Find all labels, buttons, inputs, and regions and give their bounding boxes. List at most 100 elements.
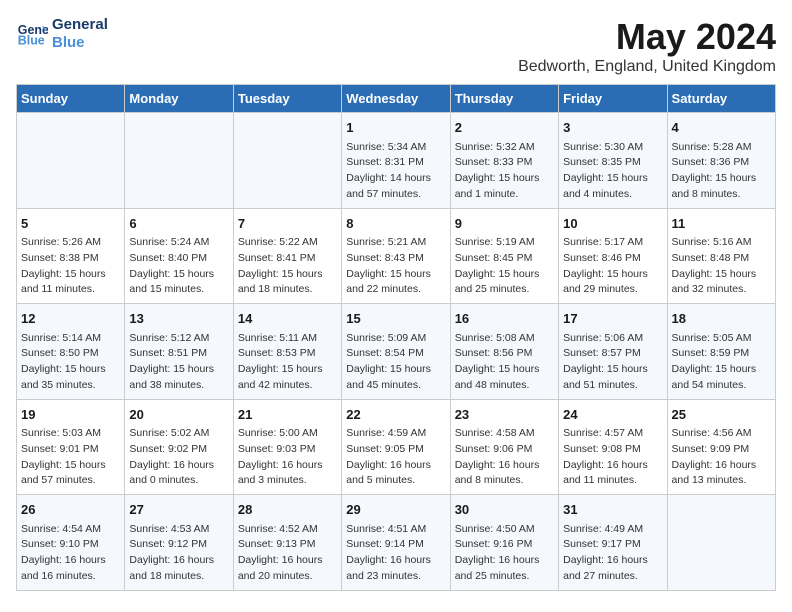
day-number: 29 (346, 500, 445, 520)
day-info: Sunrise: 5:19 AMSunset: 8:45 PMDaylight:… (455, 235, 554, 298)
day-cell: 26Sunrise: 4:54 AMSunset: 9:10 PMDayligh… (17, 495, 125, 591)
day-info: Sunrise: 5:12 AMSunset: 8:51 PMDaylight:… (129, 331, 228, 394)
day-number: 24 (563, 405, 662, 425)
day-number: 6 (129, 214, 228, 234)
day-cell (667, 495, 775, 591)
day-info: Sunrise: 4:56 AMSunset: 9:09 PMDaylight:… (672, 426, 771, 489)
day-info: Sunrise: 4:57 AMSunset: 9:08 PMDaylight:… (563, 426, 662, 489)
day-info: Sunrise: 4:59 AMSunset: 9:05 PMDaylight:… (346, 426, 445, 489)
day-cell: 1Sunrise: 5:34 AMSunset: 8:31 PMDaylight… (342, 113, 450, 209)
day-info: Sunrise: 5:32 AMSunset: 8:33 PMDaylight:… (455, 140, 554, 203)
day-number: 21 (238, 405, 337, 425)
day-number: 17 (563, 309, 662, 329)
day-info: Sunrise: 5:30 AMSunset: 8:35 PMDaylight:… (563, 140, 662, 203)
day-info: Sunrise: 5:28 AMSunset: 8:36 PMDaylight:… (672, 140, 771, 203)
day-info: Sunrise: 5:14 AMSunset: 8:50 PMDaylight:… (21, 331, 120, 394)
title-block: May 2024 Bedworth, England, United Kingd… (518, 16, 776, 76)
day-number: 15 (346, 309, 445, 329)
header-cell-sunday: Sunday (17, 85, 125, 113)
day-cell: 3Sunrise: 5:30 AMSunset: 8:35 PMDaylight… (559, 113, 667, 209)
week-row-4: 19Sunrise: 5:03 AMSunset: 9:01 PMDayligh… (17, 399, 776, 495)
day-cell: 11Sunrise: 5:16 AMSunset: 8:48 PMDayligh… (667, 208, 775, 304)
page-header: General Blue General Blue May 2024 Bedwo… (16, 16, 776, 76)
day-number: 18 (672, 309, 771, 329)
day-cell: 14Sunrise: 5:11 AMSunset: 8:53 PMDayligh… (233, 304, 341, 400)
day-info: Sunrise: 5:22 AMSunset: 8:41 PMDaylight:… (238, 235, 337, 298)
day-info: Sunrise: 5:06 AMSunset: 8:57 PMDaylight:… (563, 331, 662, 394)
day-info: Sunrise: 4:53 AMSunset: 9:12 PMDaylight:… (129, 522, 228, 585)
day-info: Sunrise: 5:00 AMSunset: 9:03 PMDaylight:… (238, 426, 337, 489)
day-info: Sunrise: 4:54 AMSunset: 9:10 PMDaylight:… (21, 522, 120, 585)
day-cell: 30Sunrise: 4:50 AMSunset: 9:16 PMDayligh… (450, 495, 558, 591)
day-number: 20 (129, 405, 228, 425)
day-cell: 20Sunrise: 5:02 AMSunset: 9:02 PMDayligh… (125, 399, 233, 495)
day-cell: 18Sunrise: 5:05 AMSunset: 8:59 PMDayligh… (667, 304, 775, 400)
day-cell: 28Sunrise: 4:52 AMSunset: 9:13 PMDayligh… (233, 495, 341, 591)
day-number: 22 (346, 405, 445, 425)
day-number: 30 (455, 500, 554, 520)
week-row-2: 5Sunrise: 5:26 AMSunset: 8:38 PMDaylight… (17, 208, 776, 304)
header-cell-monday: Monday (125, 85, 233, 113)
day-cell: 8Sunrise: 5:21 AMSunset: 8:43 PMDaylight… (342, 208, 450, 304)
logo-icon: General Blue (16, 18, 48, 50)
day-number: 2 (455, 118, 554, 138)
day-info: Sunrise: 5:17 AMSunset: 8:46 PMDaylight:… (563, 235, 662, 298)
day-number: 27 (129, 500, 228, 520)
calendar-subtitle: Bedworth, England, United Kingdom (518, 58, 776, 76)
day-number: 14 (238, 309, 337, 329)
day-cell: 12Sunrise: 5:14 AMSunset: 8:50 PMDayligh… (17, 304, 125, 400)
day-info: Sunrise: 5:08 AMSunset: 8:56 PMDaylight:… (455, 331, 554, 394)
header-row: SundayMondayTuesdayWednesdayThursdayFrid… (17, 85, 776, 113)
calendar-table: SundayMondayTuesdayWednesdayThursdayFrid… (16, 84, 776, 591)
day-number: 12 (21, 309, 120, 329)
day-info: Sunrise: 4:51 AMSunset: 9:14 PMDaylight:… (346, 522, 445, 585)
day-cell: 22Sunrise: 4:59 AMSunset: 9:05 PMDayligh… (342, 399, 450, 495)
header-cell-tuesday: Tuesday (233, 85, 341, 113)
calendar-title: May 2024 (518, 16, 776, 58)
day-cell: 27Sunrise: 4:53 AMSunset: 9:12 PMDayligh… (125, 495, 233, 591)
day-info: Sunrise: 5:26 AMSunset: 8:38 PMDaylight:… (21, 235, 120, 298)
day-cell: 4Sunrise: 5:28 AMSunset: 8:36 PMDaylight… (667, 113, 775, 209)
day-cell: 5Sunrise: 5:26 AMSunset: 8:38 PMDaylight… (17, 208, 125, 304)
day-cell: 7Sunrise: 5:22 AMSunset: 8:41 PMDaylight… (233, 208, 341, 304)
day-cell: 19Sunrise: 5:03 AMSunset: 9:01 PMDayligh… (17, 399, 125, 495)
day-info: Sunrise: 5:21 AMSunset: 8:43 PMDaylight:… (346, 235, 445, 298)
day-info: Sunrise: 5:11 AMSunset: 8:53 PMDaylight:… (238, 331, 337, 394)
day-cell: 2Sunrise: 5:32 AMSunset: 8:33 PMDaylight… (450, 113, 558, 209)
day-info: Sunrise: 5:09 AMSunset: 8:54 PMDaylight:… (346, 331, 445, 394)
day-info: Sunrise: 4:58 AMSunset: 9:06 PMDaylight:… (455, 426, 554, 489)
week-row-3: 12Sunrise: 5:14 AMSunset: 8:50 PMDayligh… (17, 304, 776, 400)
header-cell-saturday: Saturday (667, 85, 775, 113)
day-number: 11 (672, 214, 771, 234)
day-cell: 9Sunrise: 5:19 AMSunset: 8:45 PMDaylight… (450, 208, 558, 304)
day-cell: 6Sunrise: 5:24 AMSunset: 8:40 PMDaylight… (125, 208, 233, 304)
day-info: Sunrise: 4:52 AMSunset: 9:13 PMDaylight:… (238, 522, 337, 585)
logo-text: General Blue (52, 16, 108, 52)
day-number: 3 (563, 118, 662, 138)
day-info: Sunrise: 5:24 AMSunset: 8:40 PMDaylight:… (129, 235, 228, 298)
week-row-1: 1Sunrise: 5:34 AMSunset: 8:31 PMDaylight… (17, 113, 776, 209)
day-cell: 23Sunrise: 4:58 AMSunset: 9:06 PMDayligh… (450, 399, 558, 495)
day-cell: 31Sunrise: 4:49 AMSunset: 9:17 PMDayligh… (559, 495, 667, 591)
day-number: 13 (129, 309, 228, 329)
day-cell: 25Sunrise: 4:56 AMSunset: 9:09 PMDayligh… (667, 399, 775, 495)
day-number: 28 (238, 500, 337, 520)
week-row-5: 26Sunrise: 4:54 AMSunset: 9:10 PMDayligh… (17, 495, 776, 591)
day-cell: 29Sunrise: 4:51 AMSunset: 9:14 PMDayligh… (342, 495, 450, 591)
header-cell-wednesday: Wednesday (342, 85, 450, 113)
header-cell-thursday: Thursday (450, 85, 558, 113)
day-number: 4 (672, 118, 771, 138)
day-number: 10 (563, 214, 662, 234)
day-info: Sunrise: 5:05 AMSunset: 8:59 PMDaylight:… (672, 331, 771, 394)
day-number: 7 (238, 214, 337, 234)
day-cell: 17Sunrise: 5:06 AMSunset: 8:57 PMDayligh… (559, 304, 667, 400)
day-info: Sunrise: 5:16 AMSunset: 8:48 PMDaylight:… (672, 235, 771, 298)
day-number: 25 (672, 405, 771, 425)
day-number: 26 (21, 500, 120, 520)
day-cell: 21Sunrise: 5:00 AMSunset: 9:03 PMDayligh… (233, 399, 341, 495)
day-info: Sunrise: 4:49 AMSunset: 9:17 PMDaylight:… (563, 522, 662, 585)
header-cell-friday: Friday (559, 85, 667, 113)
day-info: Sunrise: 4:50 AMSunset: 9:16 PMDaylight:… (455, 522, 554, 585)
day-cell: 10Sunrise: 5:17 AMSunset: 8:46 PMDayligh… (559, 208, 667, 304)
day-number: 16 (455, 309, 554, 329)
